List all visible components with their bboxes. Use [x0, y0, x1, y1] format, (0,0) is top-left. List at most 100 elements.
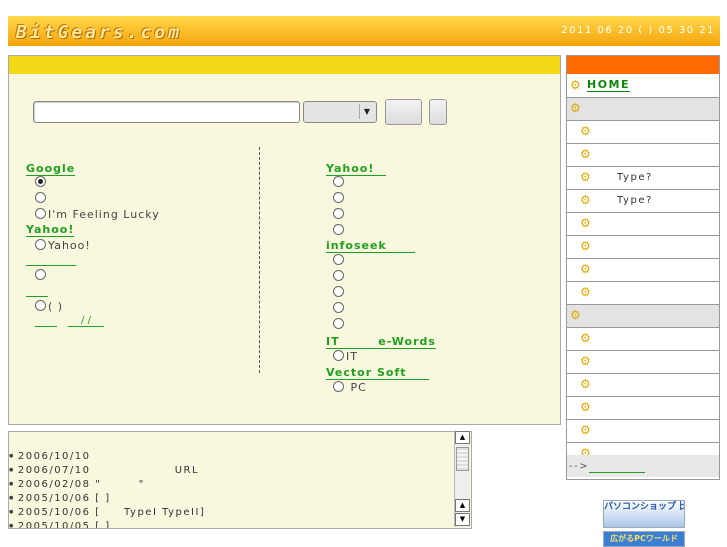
radio-button[interactable]	[35, 300, 46, 311]
gears-icon: ⚙	[580, 423, 591, 437]
sidebar-header	[567, 56, 719, 74]
radio-group1-0[interactable]	[35, 269, 48, 283]
engine-title-group-2[interactable]	[26, 296, 48, 297]
news-item: 2006/02/08 " "	[9, 479, 145, 490]
search-panel-header	[9, 56, 560, 74]
sidebar: ⚙ HOME ⚙ ⚙ ⚙ ⚙ Type? ⚙ Type? ⚙ ⚙ ⚙ ⚙ ⚙ ⚙ ⚙ ⚙ ⚙ ⚙ ⚙ -->	[566, 55, 720, 480]
sidebar-item[interactable]: ⚙	[567, 259, 719, 282]
sidebar-item-label: Type?	[617, 195, 653, 206]
radio-button[interactable]	[333, 270, 344, 281]
link-group2-1[interactable]: / /	[68, 315, 104, 327]
radio-button[interactable]	[35, 269, 46, 280]
radio-yahoo-right-2[interactable]	[333, 208, 346, 222]
radio-infoseek-4[interactable]	[333, 318, 346, 332]
engine-title-ewords[interactable]: IT e-Words	[326, 336, 436, 349]
sidebar-item[interactable]: ⚙	[567, 374, 719, 397]
scroll-up-icon[interactable]: ▲	[455, 431, 470, 444]
sidebar-item[interactable]: ⚙ Type?	[567, 167, 719, 190]
news-item: 2006/10/10	[9, 451, 91, 462]
engine-title-yahoo-right[interactable]: Yahoo!	[326, 163, 387, 176]
sidebar-item[interactable]: ⚙	[567, 282, 719, 305]
secondary-button[interactable]	[429, 99, 447, 125]
engine-title-google[interactable]: Google	[26, 163, 76, 176]
gears-icon: ⚙	[580, 239, 591, 253]
radio-button[interactable]	[35, 208, 46, 219]
link-group2-0[interactable]	[35, 326, 57, 327]
sidebar-footer[interactable]: -->	[567, 455, 719, 477]
radio-button[interactable]	[333, 176, 344, 187]
engine-title-infoseek[interactable]: infoseek	[326, 240, 415, 253]
radio-button[interactable]	[35, 192, 46, 203]
engine-title-group-1[interactable]	[26, 265, 76, 266]
sidebar-item[interactable]: ⚙	[567, 121, 719, 144]
radio-button[interactable]	[35, 239, 46, 250]
gears-icon: ⚙	[580, 377, 591, 391]
sidebar-item[interactable]: ⚙	[567, 236, 719, 259]
radio-button[interactable]	[333, 208, 344, 219]
search-input[interactable]	[33, 101, 300, 123]
sidebar-footer-link[interactable]	[589, 472, 645, 473]
radio-button[interactable]	[333, 350, 344, 361]
sidebar-section-header[interactable]: ⚙	[567, 98, 719, 121]
pc-shop-banner[interactable]: パソコンショップ 比較	[603, 500, 685, 528]
scroll-up-icon[interactable]: ▲	[455, 499, 470, 512]
engine-select[interactable]: ▼	[303, 101, 377, 123]
radio-vector-0[interactable]: PC	[333, 381, 367, 395]
scroll-thumb[interactable]	[456, 447, 469, 471]
sidebar-item[interactable]: ⚙ Type?	[567, 190, 719, 213]
radio-yahoo-0[interactable]: Yahoo!	[35, 239, 91, 253]
chevron-down-icon[interactable]: ▼	[359, 104, 374, 119]
engine-title-yahoo[interactable]: Yahoo!	[26, 224, 75, 237]
gears-icon: ⚙	[580, 331, 591, 345]
sidebar-item[interactable]: ⚙	[567, 397, 719, 420]
gears-icon: ⚙	[580, 262, 591, 276]
sun-gear-icon: ⚙	[570, 101, 581, 115]
radio-button[interactable]	[333, 254, 344, 265]
radio-group2-0[interactable]: ( )	[35, 300, 63, 314]
news-item: 2005/10/06 [ ]	[9, 493, 111, 504]
radio-button[interactable]	[35, 176, 46, 187]
radio-yahoo-right-0[interactable]	[333, 176, 346, 190]
radio-button[interactable]	[333, 302, 344, 313]
sidebar-item[interactable]: ⚙	[567, 213, 719, 236]
radio-ewords-0[interactable]: IT	[333, 350, 358, 364]
radio-infoseek-1[interactable]	[333, 270, 346, 284]
gears-icon: ⚙	[580, 170, 591, 184]
news-list: 2006/10/10 2006/07/10 URL 2006/02/08 " "…	[8, 431, 472, 529]
gears-icon: ⚙	[580, 216, 591, 230]
gears-icon: ⚙	[580, 147, 591, 161]
sidebar-item[interactable]: ⚙	[567, 328, 719, 351]
radio-button[interactable]	[333, 192, 344, 203]
scroll-down-icon[interactable]: ▼	[455, 513, 470, 526]
gears-icon: ⚙	[580, 124, 591, 138]
engine-title-vector[interactable]: Vector Soft	[326, 367, 429, 380]
radio-google-1[interactable]	[35, 192, 48, 206]
radio-button[interactable]	[333, 318, 344, 329]
search-button[interactable]	[385, 99, 422, 125]
sidebar-item[interactable]: ⚙	[567, 144, 719, 167]
news-item: 2005/10/06 [ TypeI TypeII]	[9, 507, 205, 518]
radio-google-lucky[interactable]: I'm Feeling Lucky	[35, 208, 160, 222]
sidebar-item-label: Type?	[617, 172, 653, 183]
radio-button[interactable]	[333, 224, 344, 235]
home-link[interactable]: HOME	[587, 78, 631, 92]
sidebar-item-home[interactable]: ⚙ HOME	[567, 75, 719, 98]
site-logo[interactable]: BitGears.com	[16, 22, 182, 43]
sidebar-item[interactable]: ⚙	[567, 420, 719, 443]
radio-button[interactable]	[333, 286, 344, 297]
radio-infoseek-3[interactable]	[333, 302, 346, 316]
radio-yahoo-right-1[interactable]	[333, 192, 346, 206]
radio-infoseek-2[interactable]	[333, 286, 346, 300]
radio-google-0[interactable]	[35, 176, 48, 190]
radio-button[interactable]	[333, 381, 344, 392]
gears-icon: ⚙	[580, 354, 591, 368]
sidebar-item[interactable]: ⚙	[567, 351, 719, 374]
sidebar-section-header[interactable]: ⚙	[567, 305, 719, 328]
gears-icon: ⚙	[580, 193, 591, 207]
radio-yahoo-right-3[interactable]	[333, 224, 346, 238]
radio-infoseek-0[interactable]	[333, 254, 346, 268]
news-item: 2006/07/10 URL	[9, 465, 199, 476]
news-scrollbar[interactable]: ▲ ▲ ▼	[454, 431, 470, 527]
gears-icon: ⚙	[580, 400, 591, 414]
sun-gear-icon: ⚙	[570, 78, 581, 92]
